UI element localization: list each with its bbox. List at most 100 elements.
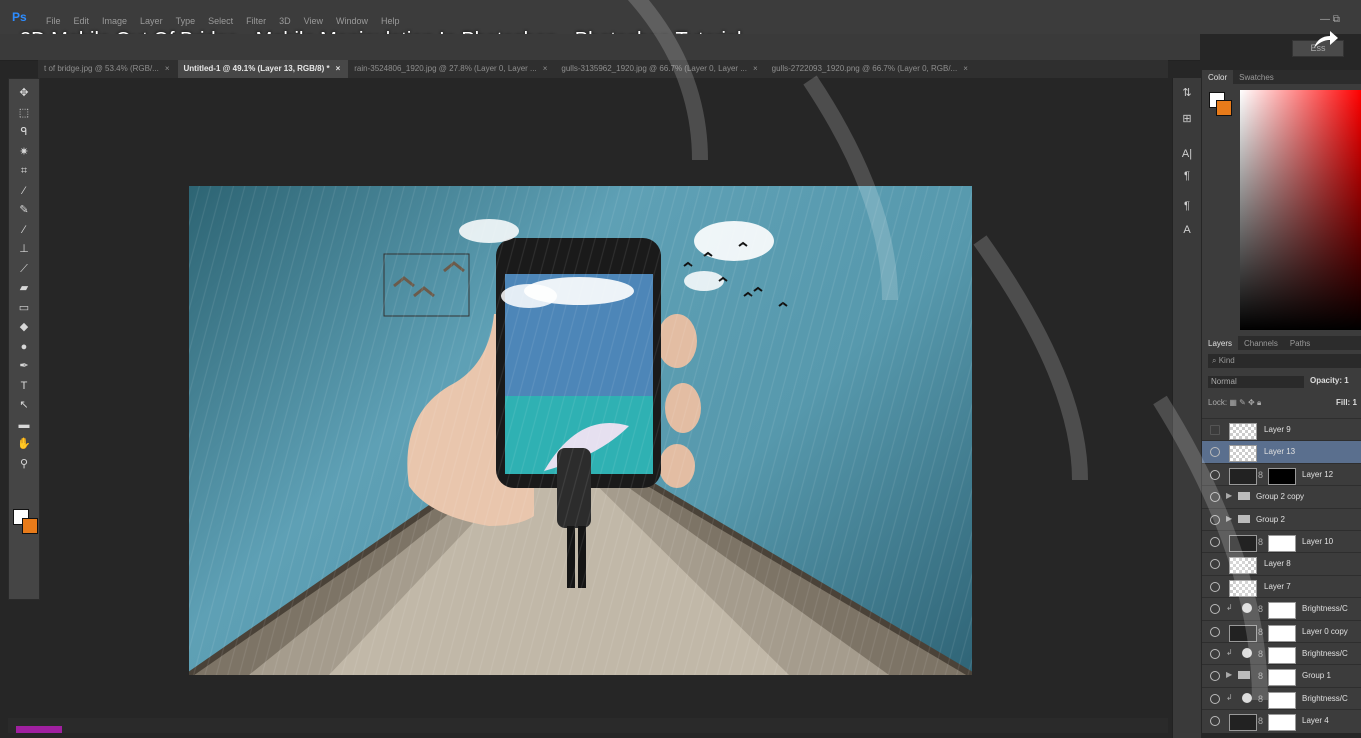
layer-mask-thumbnail[interactable] [1268, 714, 1296, 732]
visibility-eye-icon[interactable] [1210, 425, 1220, 435]
visibility-eye-icon[interactable] [1210, 492, 1220, 503]
link-icon[interactable]: 8 [1258, 537, 1263, 547]
tab-channels[interactable]: Channels [1238, 336, 1284, 350]
menu-item-3d[interactable]: 3D [279, 16, 291, 26]
close-icon[interactable]: × [963, 64, 968, 73]
menu-item-select[interactable]: Select [208, 16, 233, 26]
layer-mask-thumbnail[interactable] [1268, 535, 1296, 552]
expand-arrow-icon[interactable]: ▶ [1226, 491, 1232, 500]
layer-mask-thumbnail[interactable] [1268, 647, 1296, 664]
expand-arrow-icon[interactable]: ▶ [1226, 670, 1232, 679]
layer-mask-thumbnail[interactable] [1268, 624, 1296, 642]
menu-item-layer[interactable]: Layer [140, 16, 163, 26]
hand-tool-icon[interactable]: ✋ [9, 434, 39, 454]
layer-row[interactable]: ↲ 8 Brightness/C [1202, 686, 1361, 710]
type-tool-icon[interactable]: T [9, 376, 39, 396]
crop-tool-icon[interactable]: ⌗ [9, 161, 39, 181]
blend-mode-select[interactable]: Normal [1208, 376, 1304, 388]
paragraph-icon[interactable]: ¶ [1179, 170, 1195, 186]
blur-tool-icon[interactable]: ◆ [9, 317, 39, 337]
menu-item-file[interactable]: File [46, 16, 61, 26]
pen-tool-icon[interactable]: ✒ [9, 356, 39, 376]
link-icon[interactable]: 8 [1258, 649, 1263, 659]
layer-row[interactable]: ▶ Group 2 [1202, 507, 1361, 531]
visibility-eye-icon[interactable] [1210, 447, 1220, 458]
visibility-eye-icon[interactable] [1210, 514, 1220, 525]
close-icon[interactable]: × [165, 64, 170, 73]
layer-mask-thumbnail[interactable] [1268, 467, 1296, 485]
visibility-eye-icon[interactable] [1210, 537, 1220, 547]
character-icon[interactable]: A| [1179, 148, 1195, 164]
layer-row[interactable]: ▶ Group 2 copy [1202, 485, 1361, 508]
close-icon[interactable]: × [543, 64, 548, 73]
visibility-eye-icon[interactable] [1210, 649, 1220, 659]
shape-tool-icon[interactable]: ▬ [9, 415, 39, 435]
brush-tool-icon[interactable]: ∕ [9, 220, 39, 240]
visibility-eye-icon[interactable] [1210, 671, 1220, 682]
clone-stamp-tool-icon[interactable]: ⊥ [9, 239, 39, 259]
layer-row[interactable]: ▶ 8 Group 1 [1202, 664, 1361, 687]
document-canvas[interactable] [189, 186, 972, 675]
tab-layers[interactable]: Layers [1202, 336, 1239, 350]
link-icon[interactable]: 8 [1258, 716, 1263, 726]
visibility-eye-icon[interactable] [1210, 626, 1220, 637]
visibility-eye-icon[interactable] [1210, 469, 1220, 480]
layer-mask-thumbnail[interactable] [1268, 669, 1296, 687]
history-icon[interactable]: ⇅ [1179, 86, 1195, 102]
marquee-tool-icon[interactable]: ⬚ [9, 103, 39, 123]
link-icon[interactable]: 8 [1258, 694, 1263, 704]
fill-field[interactable]: Fill: 1 [1336, 398, 1357, 407]
visibility-eye-icon[interactable] [1210, 581, 1220, 592]
color-background-swatch[interactable] [1216, 100, 1232, 116]
history-brush-tool-icon[interactable]: ⟋ [9, 259, 39, 279]
expand-arrow-icon[interactable]: ▶ [1226, 514, 1232, 523]
menu-item-type[interactable]: Type [176, 16, 196, 26]
layer-row[interactable]: ↲ 8 Brightness/C [1202, 597, 1361, 620]
menu-item-edit[interactable]: Edit [74, 16, 90, 26]
menu-item-filter[interactable]: Filter [246, 16, 266, 26]
document-tab[interactable]: gulls-2722093_1920.png @ 66.7% (Layer 0,… [766, 60, 976, 78]
gradient-tool-icon[interactable]: ▭ [9, 298, 39, 318]
layer-mask-thumbnail[interactable] [1268, 602, 1296, 620]
eyedropper-tool-icon[interactable]: ⁄ [9, 181, 39, 201]
layer-row[interactable]: Layer 13 [1202, 440, 1361, 464]
healing-brush-tool-icon[interactable]: ✎ [9, 200, 39, 220]
layer-filter-kind[interactable]: ⌕ Kind [1208, 354, 1361, 368]
document-tab[interactable]: Untitled-1 @ 49.1% (Layer 13, RGB/8) * × [177, 60, 349, 78]
layer-row[interactable]: Layer 8 [1202, 552, 1361, 575]
close-icon[interactable]: × [336, 64, 341, 73]
document-tab[interactable]: t of bridge.jpg @ 53.4% (RGB/... × [38, 60, 178, 78]
zoom-tool-icon[interactable]: ⚲ [9, 454, 39, 474]
menu-item-image[interactable]: Image [102, 16, 127, 26]
document-tab[interactable]: gulls-3135962_1920.jpg @ 66.7% (Layer 0,… [555, 60, 765, 78]
background-color-swatch[interactable] [22, 518, 38, 534]
dodge-tool-icon[interactable]: ● [9, 337, 39, 357]
layer-row[interactable]: Layer 7 [1202, 574, 1361, 598]
layer-mask-thumbnail[interactable] [1268, 691, 1296, 709]
link-icon[interactable]: 8 [1258, 627, 1263, 637]
link-icon[interactable]: 8 [1258, 671, 1263, 681]
properties-icon[interactable]: ⊞ [1179, 112, 1195, 128]
tab-color[interactable]: Color [1202, 70, 1234, 84]
close-icon[interactable]: × [753, 64, 758, 73]
layer-row[interactable]: ↲ 8 Brightness/C [1202, 642, 1361, 665]
magic-wand-tool-icon[interactable]: ✷ [9, 142, 39, 162]
visibility-eye-icon[interactable] [1210, 559, 1220, 570]
link-icon[interactable]: 8 [1258, 604, 1263, 614]
visibility-eye-icon[interactable] [1210, 693, 1220, 704]
tab-paths[interactable]: Paths [1284, 336, 1316, 350]
move-tool-icon[interactable]: ✥ [9, 83, 39, 103]
menu-item-view[interactable]: View [304, 16, 323, 26]
menu-item-window[interactable]: Window [336, 16, 368, 26]
opacity-field[interactable]: Opacity: 1 [1310, 376, 1349, 385]
layer-row[interactable]: 8 Layer 10 [1202, 530, 1361, 553]
menu-item-help[interactable]: Help [381, 16, 400, 26]
link-icon[interactable]: 8 [1258, 470, 1263, 480]
paragraph-styles-icon[interactable]: ¶ [1179, 200, 1195, 216]
share-icon[interactable] [1310, 24, 1340, 54]
color-spectrum[interactable] [1240, 90, 1361, 330]
eraser-tool-icon[interactable]: ▰ [9, 278, 39, 298]
lasso-tool-icon[interactable]: ᑫ [9, 122, 39, 142]
character-styles-icon[interactable]: A [1179, 224, 1195, 240]
visibility-eye-icon[interactable] [1210, 604, 1220, 615]
